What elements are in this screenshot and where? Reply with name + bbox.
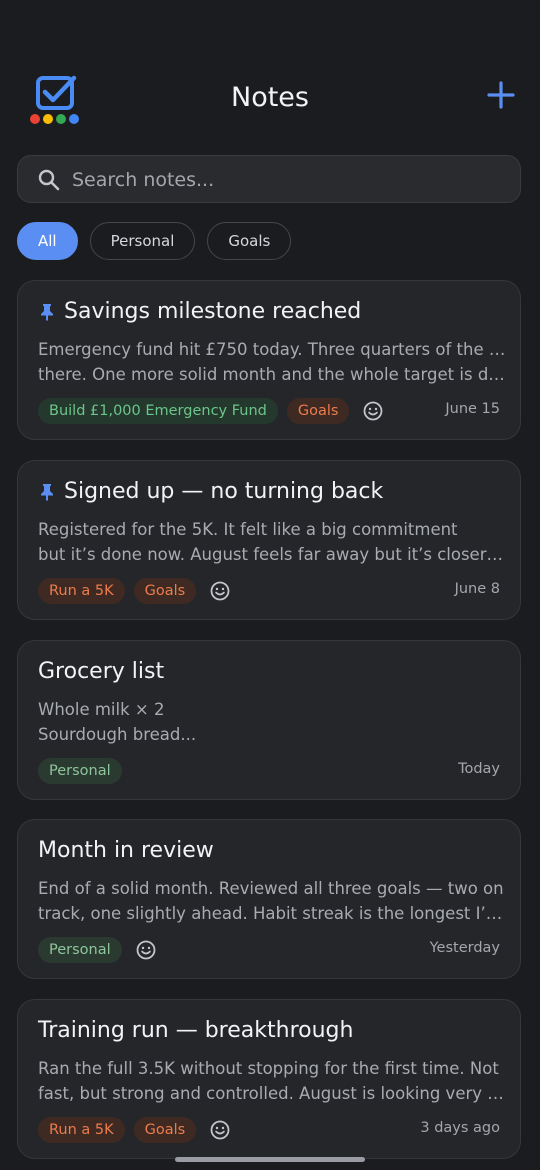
smile-icon [210, 581, 230, 601]
tag-badge[interactable]: Goals [133, 1117, 197, 1143]
note-preview: Registered for the 5K. It felt like a bi… [38, 517, 506, 567]
smile-icon [210, 1120, 230, 1140]
smile-icon [364, 401, 383, 421]
filter-chip-personal[interactable]: Personal [89, 222, 196, 260]
note-date: June 15 [445, 401, 500, 417]
pin-icon [41, 483, 53, 501]
tag-badge[interactable]: Run a 5K [38, 578, 125, 604]
pin-icon [41, 303, 53, 321]
note-preview-line: but it’s done now. August feels far away… [38, 545, 506, 564]
note-preview-line: Ran the full 3.5K without stopping for t… [38, 1059, 499, 1078]
search-bar[interactable] [17, 155, 521, 204]
note-tags: Personal [38, 758, 122, 784]
note-card[interactable]: Savings milestone reached Emergency fund… [17, 280, 521, 440]
tag-badge[interactable]: Goals [133, 578, 197, 604]
tag-badge[interactable]: Build £1,000 Emergency Fund [38, 398, 278, 424]
filter-chip-all[interactable]: All [17, 222, 78, 260]
note-tags: Build £1,000 Emergency Fund Goals [38, 398, 384, 424]
note-preview-line: End of a solid month. Reviewed all three… [38, 879, 504, 898]
search-input[interactable] [70, 156, 514, 204]
note-title: Training run — breakthrough [38, 1018, 354, 1043]
note-tags: Personal [38, 937, 157, 963]
smile-icon [136, 940, 156, 960]
note-tags: Run a 5K Goals [38, 1117, 231, 1143]
note-preview: End of a solid month. Reviewed all three… [38, 876, 506, 926]
note-preview-line: there. One more solid month and the whol… [38, 365, 506, 384]
plus-icon[interactable] [486, 80, 516, 110]
note-preview: Ran the full 3.5K without stopping for t… [38, 1056, 506, 1106]
tag-badge[interactable]: Goals [286, 398, 350, 424]
note-card[interactable]: Training run — breakthrough Ran the full… [17, 999, 521, 1159]
note-preview: Emergency fund hit £750 today. Three qua… [38, 337, 506, 387]
note-title: Signed up — no turning back [64, 479, 384, 504]
note-date: 3 days ago [420, 1120, 500, 1136]
search-icon [38, 169, 60, 191]
app-header: Notes [0, 70, 540, 130]
note-preview-line: Emergency fund hit £750 today. Three qua… [38, 340, 506, 359]
note-preview-line: Sourdough bread... [38, 725, 197, 744]
home-indicator[interactable] [175, 1157, 365, 1162]
tag-badge[interactable]: Personal [38, 937, 122, 963]
note-card[interactable]: Month in review End of a solid month. Re… [17, 819, 521, 979]
note-preview-line: track, one slightly ahead. Habit streak … [38, 904, 506, 923]
note-date: Today [458, 761, 500, 777]
note-preview: Whole milk × 2 Sourdough bread... [38, 697, 506, 747]
note-preview-line: Whole milk × 2 [38, 700, 165, 719]
note-card[interactable]: Signed up — no turning back Registered f… [17, 460, 521, 620]
note-date: Yesterday [429, 940, 500, 956]
filter-chips: All Personal Goals [17, 222, 292, 262]
tag-badge[interactable]: Run a 5K [38, 1117, 125, 1143]
note-title: Savings milestone reached [64, 299, 362, 324]
page-title: Notes [231, 82, 309, 113]
note-date: June 8 [454, 581, 500, 597]
note-card[interactable]: Grocery list Whole milk × 2 Sourdough br… [17, 640, 521, 800]
tag-badge[interactable]: Personal [38, 758, 122, 784]
filter-chip-goals[interactable]: Goals [207, 222, 292, 260]
note-preview-line: fast, but strong and controlled. August … [38, 1084, 506, 1103]
note-preview-line: Registered for the 5K. It felt like a bi… [38, 520, 458, 539]
note-title: Grocery list [38, 659, 165, 684]
note-title: Month in review [38, 838, 214, 863]
note-tags: Run a 5K Goals [38, 578, 231, 604]
